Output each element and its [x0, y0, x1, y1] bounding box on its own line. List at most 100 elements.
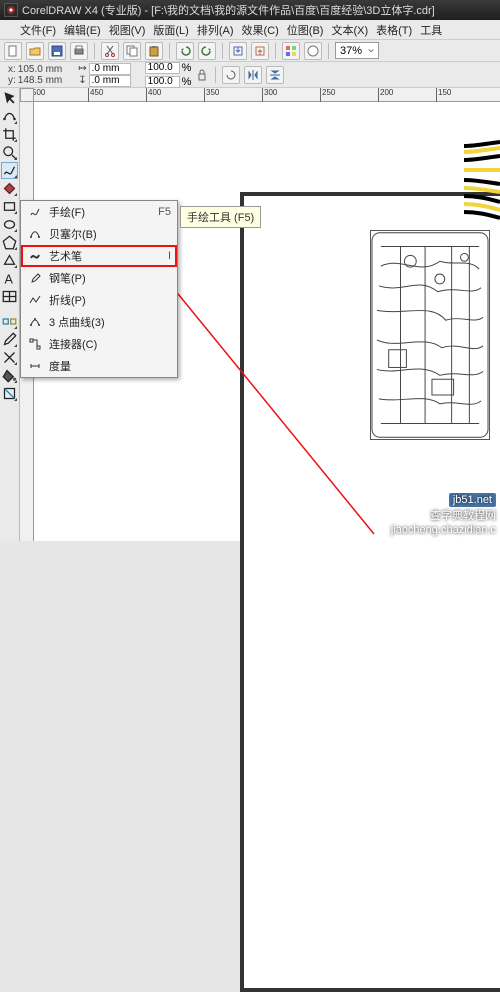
separator [328, 43, 329, 59]
separator [94, 43, 95, 59]
flyout-label: 艺术笔 [49, 248, 147, 264]
tool-basic-shapes[interactable] [1, 252, 18, 269]
ruler-tick: 250 [320, 88, 335, 102]
flyout-marker-icon [14, 121, 17, 124]
undo-button[interactable] [176, 42, 194, 60]
tool-outline[interactable] [1, 349, 18, 366]
x-label: x: [8, 64, 16, 75]
tool-eyedropper[interactable] [1, 331, 18, 348]
freehand-icon [27, 206, 43, 218]
height-input[interactable] [89, 75, 131, 87]
flyout-item-bezier[interactable]: 贝塞尔(B) [21, 223, 177, 245]
flyout-item-3point-curve[interactable]: 3 点曲线(3) [21, 311, 177, 333]
ruler-origin[interactable] [20, 88, 34, 102]
flyout-label: 折线(P) [49, 292, 147, 308]
tool-pick[interactable] [1, 90, 18, 107]
standard-toolbar: 37% [0, 40, 500, 62]
tool-ellipse[interactable] [1, 216, 18, 233]
flyout-shortcut: F5 [153, 206, 171, 218]
ruler-tick: 150 [436, 88, 451, 102]
dimension-icon [27, 360, 43, 372]
tool-fill[interactable] [1, 367, 18, 384]
menu-text[interactable]: 文本(X) [327, 20, 372, 40]
flyout-marker-icon [14, 380, 17, 383]
watermark-badge: jb51.net [449, 493, 496, 507]
mirror-h-button[interactable] [244, 66, 262, 84]
y-label: y: [8, 75, 16, 86]
bezier-icon [27, 228, 43, 240]
scale-inputs: % % [145, 62, 192, 88]
ruler-tick: 200 [378, 88, 393, 102]
tool-interactive-fill[interactable] [1, 385, 18, 402]
tool-text[interactable]: A [1, 270, 18, 287]
tool-crop[interactable] [1, 126, 18, 143]
menu-file[interactable]: 文件(F) [16, 20, 60, 40]
property-bar: x:105.0 mm y:148.5 mm ↦ ↧ % % [0, 62, 500, 88]
zoom-combo[interactable]: 37% [335, 42, 379, 59]
cut-button[interactable] [101, 42, 119, 60]
flyout-shortcut: I [153, 250, 171, 262]
scale-y-input[interactable] [145, 76, 180, 88]
export-button[interactable] [251, 42, 269, 60]
tool-polygon[interactable] [1, 234, 18, 251]
height-icon: ↧ [78, 75, 86, 86]
tooltip: 手绘工具 (F5) [180, 206, 261, 228]
flyout-marker-icon [14, 139, 17, 142]
chevron-down-icon [366, 46, 376, 56]
separator [215, 67, 216, 83]
y-value: 148.5 mm [18, 75, 62, 86]
flyout-marker-icon [14, 265, 17, 268]
redo-button[interactable] [198, 42, 216, 60]
connector-icon [27, 338, 43, 350]
flyout-item-polyline[interactable]: 折线(P) [21, 289, 177, 311]
tool-freehand[interactable] [1, 162, 18, 179]
app-launcher-button[interactable] [282, 42, 300, 60]
flyout-item-pen[interactable]: 钢笔(P) [21, 267, 177, 289]
menu-tools[interactable]: 工具 [416, 20, 446, 40]
tool-zoom[interactable] [1, 144, 18, 161]
menu-view[interactable]: 视图(V) [105, 20, 150, 40]
menu-bar: 文件(F) 编辑(E) 视图(V) 版面(L) 排列(A) 效果(C) 位图(B… [0, 20, 500, 40]
menu-effects[interactable]: 效果(C) [238, 20, 283, 40]
ruler-horizontal[interactable]: 500 450 400 350 300 250 200 150 [20, 88, 500, 102]
menu-arrange[interactable]: 排列(A) [193, 20, 238, 40]
canvas-artwork-outline [370, 230, 490, 440]
x-value: 105.0 mm [18, 64, 62, 75]
width-input[interactable] [89, 63, 131, 75]
menu-bitmap[interactable]: 位图(B) [283, 20, 328, 40]
window-title: CorelDRAW X4 (专业版) - [F:\我的文档\我的源文件作品\百度… [22, 2, 435, 18]
open-button[interactable] [26, 42, 44, 60]
rotate-button[interactable] [222, 66, 240, 84]
import-button[interactable] [229, 42, 247, 60]
print-button[interactable] [70, 42, 88, 60]
mirror-v-button[interactable] [266, 66, 284, 84]
menu-table[interactable]: 表格(T) [372, 20, 416, 40]
paste-button[interactable] [145, 42, 163, 60]
tool-shape[interactable] [1, 108, 18, 125]
flyout-item-artistic-media[interactable]: 艺术笔 I [21, 245, 177, 267]
menu-edit[interactable]: 编辑(E) [60, 20, 105, 40]
flyout-item-dimension[interactable]: 度量 [21, 355, 177, 377]
separator [169, 43, 170, 59]
freehand-flyout: 手绘(F) F5 贝塞尔(B) 艺术笔 I 钢笔(P) 折线(P) 3 点曲线(… [20, 200, 178, 378]
lock-ratio-button[interactable] [195, 64, 209, 86]
flyout-item-freehand[interactable]: 手绘(F) F5 [21, 201, 177, 223]
tool-table[interactable] [1, 288, 18, 305]
save-button[interactable] [48, 42, 66, 60]
copy-button[interactable] [123, 42, 141, 60]
tool-interactive-blend[interactable] [1, 313, 18, 330]
flyout-label: 3 点曲线(3) [49, 314, 147, 330]
scale-x-input[interactable] [145, 62, 180, 74]
tool-smart-fill[interactable] [1, 180, 18, 197]
new-button[interactable] [4, 42, 22, 60]
pen-icon [27, 272, 43, 284]
flyout-item-connector[interactable]: 连接器(C) [21, 333, 177, 355]
separator [275, 43, 276, 59]
ruler-tick: 450 [88, 88, 103, 102]
welcome-button[interactable] [304, 42, 322, 60]
flyout-marker-icon [14, 211, 17, 214]
tool-rectangle[interactable] [1, 198, 18, 215]
menu-layout[interactable]: 版面(L) [149, 20, 192, 40]
polyline-icon [27, 294, 43, 306]
three-point-curve-icon [27, 316, 43, 328]
